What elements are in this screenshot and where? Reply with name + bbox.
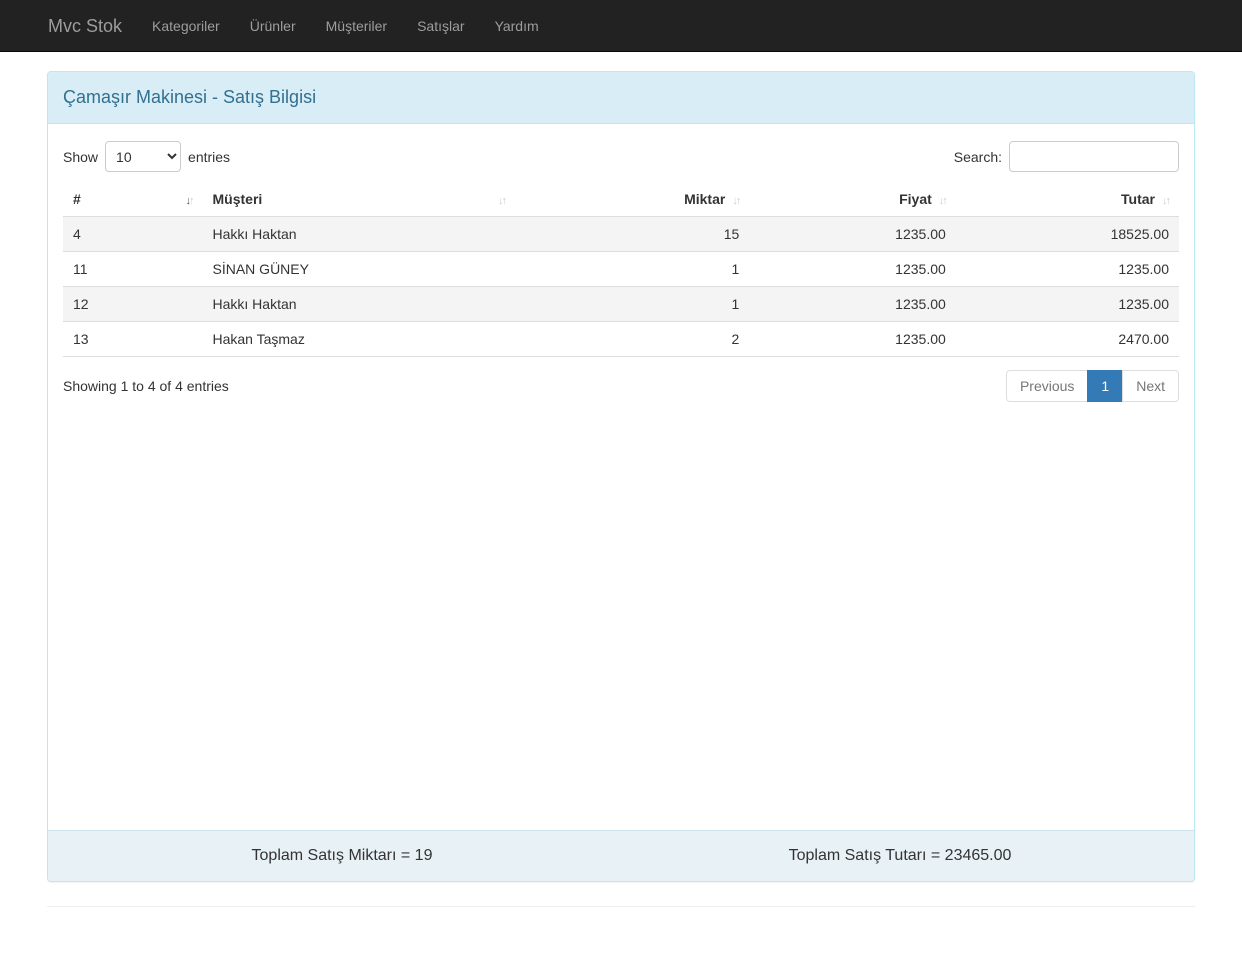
cell-id: 4: [63, 216, 203, 252]
sort-icon: ↓↑: [732, 195, 741, 207]
column-header-quantity[interactable]: Miktar ↓↑: [514, 182, 750, 217]
page-length-select[interactable]: 10: [105, 141, 182, 172]
panel-footer: Toplam Satış Miktarı = 19 Toplam Satış T…: [48, 830, 1194, 881]
cell-quantity: 1: [514, 251, 750, 287]
cell-customer: SİNAN GÜNEY: [202, 251, 515, 287]
cell-id: 11: [63, 251, 203, 287]
cell-id: 13: [63, 321, 203, 357]
panel-body: Show 10 entries Search: # ↓↑ Müşteri ↓↑ …: [48, 124, 1194, 830]
panel-title: Çamaşır Makinesi - Satış Bilgisi: [48, 72, 1194, 124]
cell-customer: Hakan Taşmaz: [202, 321, 515, 357]
table-header-row: # ↓↑ Müşteri ↓↑ Miktar ↓↑ Fiyat ↓↑ Tutar…: [63, 182, 1179, 217]
table-row: 11 SİNAN GÜNEY 1 1235.00 1235.00: [63, 251, 1179, 287]
column-label: Fiyat: [899, 191, 932, 207]
cell-quantity: 1: [514, 286, 750, 322]
cell-total: 1235.00: [955, 286, 1179, 322]
table-controls: Show 10 entries Search:: [63, 141, 1179, 172]
brand-link[interactable]: Mvc Stok: [33, 0, 137, 52]
column-label: #: [73, 191, 81, 207]
sort-icon: ↓↑: [497, 195, 507, 207]
cell-quantity: 15: [514, 216, 750, 252]
nav-item-musteriler[interactable]: Müşteriler: [311, 0, 402, 52]
cell-total: 2470.00: [955, 321, 1179, 357]
column-header-total[interactable]: Tutar ↓↑: [955, 182, 1179, 217]
nav-item-yardim[interactable]: Yardım: [480, 0, 554, 52]
column-label: Miktar: [684, 191, 726, 207]
table-row: 12 Hakkı Haktan 1 1235.00 1235.00: [63, 286, 1179, 322]
sort-icon: ↓↑: [185, 195, 195, 207]
cell-total: 1235.00: [955, 251, 1179, 287]
search-label: Search:: [953, 148, 1002, 165]
column-header-customer[interactable]: Müşteri ↓↑: [202, 182, 515, 217]
entries-label: entries: [188, 148, 231, 165]
table-info: Showing 1 to 4 of 4 entries: [63, 378, 229, 394]
nav-item-kategoriler[interactable]: Kategoriler: [137, 0, 235, 52]
page-length-control: Show 10 entries: [63, 141, 230, 172]
total-quantity-text: Toplam Satış Miktarı = 19: [251, 847, 433, 864]
cell-price: 1235.00: [749, 286, 956, 322]
column-header-price[interactable]: Fiyat ↓↑: [749, 182, 956, 217]
search-input[interactable]: [1009, 141, 1179, 172]
nav-item-satislar[interactable]: Satışlar: [402, 0, 479, 52]
table-row: 4 Hakkı Haktan 15 1235.00 18525.00: [63, 216, 1179, 252]
nav-links: Kategoriler Ürünler Müşteriler Satışlar …: [137, 0, 554, 52]
pagination: Previous 1 Next: [1005, 370, 1179, 402]
navbar: Mvc Stok Kategoriler Ürünler Müşteriler …: [0, 0, 1242, 52]
column-header-id[interactable]: # ↓↑: [63, 182, 203, 217]
sales-info-panel: Çamaşır Makinesi - Satış Bilgisi Show 10…: [47, 71, 1195, 882]
cell-price: 1235.00: [749, 321, 956, 357]
divider: [47, 906, 1195, 907]
show-label: Show: [63, 148, 99, 165]
total-amount-text: Toplam Satış Tutarı = 23465.00: [788, 847, 1012, 864]
cell-customer: Hakkı Haktan: [202, 216, 515, 252]
search-control: Search:: [954, 141, 1179, 172]
cell-id: 12: [63, 286, 203, 322]
sales-table: # ↓↑ Müşteri ↓↑ Miktar ↓↑ Fiyat ↓↑ Tutar…: [63, 182, 1179, 357]
column-label: Müşteri: [212, 191, 263, 207]
main-container: Çamaşır Makinesi - Satış Bilgisi Show 10…: [47, 71, 1195, 882]
nav-item-urunler[interactable]: Ürünler: [235, 0, 311, 52]
next-button[interactable]: Next: [1122, 370, 1179, 402]
cell-price: 1235.00: [749, 251, 956, 287]
column-label: Tutar: [1121, 191, 1155, 207]
table-footer-row: Showing 1 to 4 of 4 entries Previous 1 N…: [63, 370, 1179, 402]
sort-icon: ↓↑: [1162, 195, 1171, 207]
cell-total: 18525.00: [955, 216, 1179, 252]
table-row: 13 Hakan Taşmaz 2 1235.00 2470.00: [63, 321, 1179, 357]
previous-button[interactable]: Previous: [1005, 370, 1089, 402]
cell-quantity: 2: [514, 321, 750, 357]
cell-price: 1235.00: [749, 216, 956, 252]
sort-icon: ↓↑: [938, 195, 948, 207]
page-1-button[interactable]: 1: [1087, 370, 1124, 402]
cell-customer: Hakkı Haktan: [202, 286, 515, 322]
